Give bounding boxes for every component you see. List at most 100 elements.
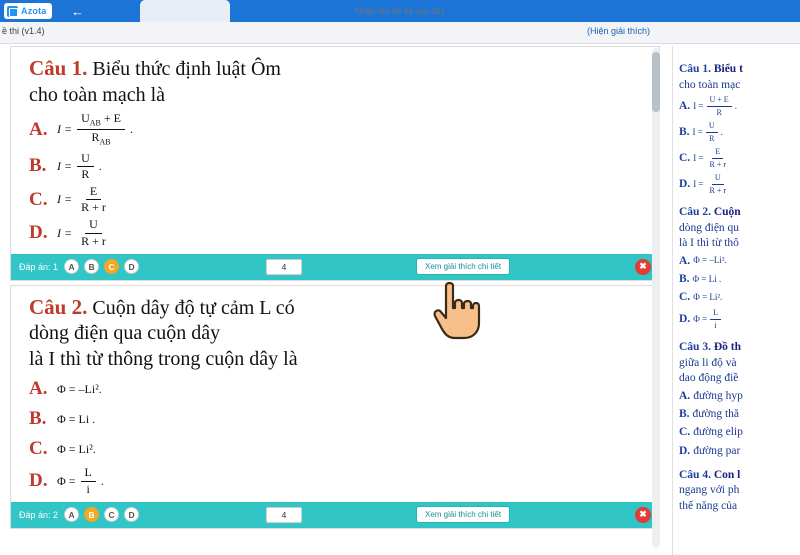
question-block-1: Câu 1. Biểu thức định luật Ôm cho toàn m… (10, 46, 660, 281)
preview-fraction: U R (705, 120, 718, 145)
q2-option-d-body: Φ = L i . (57, 465, 104, 496)
answer-label-2: Đáp án: 2 (19, 509, 59, 520)
preview-q1-label: Câu 1. (679, 63, 711, 75)
preview-pane: Câu 1. Biểu t cho toàn mạc A. I = U + E … (672, 46, 800, 555)
preview-fraction: U R + r (709, 173, 727, 196)
explain-button-1[interactable]: Xem giải thích chi tiết (416, 257, 511, 275)
option-d-denominator: R + r (81, 233, 106, 248)
question-1-line2: cho toàn mạch là (29, 83, 166, 106)
q2-option-b-text: Φ = Li . (57, 411, 96, 426)
answer-choices-2: A B C D (64, 507, 140, 523)
q2-option-c-text: Φ = Li². (57, 441, 96, 456)
option-c-lhs: I = (57, 192, 73, 207)
question-2-option-d[interactable]: D. Φ = L i . (29, 465, 649, 496)
answer-choice-c-2[interactable]: C (104, 507, 120, 523)
option-b-denominator: R (81, 166, 90, 181)
preview-fraction: E R + r (709, 147, 727, 170)
question-1-option-d[interactable]: D. I = U R + r (29, 218, 649, 248)
option-c-letter: C. (29, 188, 48, 210)
preview-q1-text: Biểu t (710, 63, 743, 75)
close-icon-2[interactable]: ✖ (635, 506, 651, 523)
q2-option-d-denominator: i (86, 481, 90, 496)
answer-choice-b-2[interactable]: B (84, 507, 100, 523)
explain-button-2[interactable]: Xem giải thích chi tiết (416, 505, 511, 523)
exam-name-container (0, 0, 800, 22)
option-a-numerator: UAB + E (77, 112, 125, 131)
score-input-1[interactable]: 4 (266, 258, 302, 275)
question-2-option-a[interactable]: A. Φ = –Li². (29, 376, 649, 402)
preview-item: A. Φ = –Li². (679, 254, 727, 267)
question-1-option-c[interactable]: C. I = E R + r (29, 184, 649, 215)
option-b-letter: B. (29, 155, 47, 177)
q2-option-d-fraction: L i (80, 466, 96, 496)
answer-choice-d-2[interactable]: D (124, 507, 140, 523)
q2-option-d-letter: D. (29, 470, 48, 492)
exam-name-input[interactable] (337, 5, 463, 17)
browser-tab[interactable] (140, 0, 230, 22)
question-2-option-c[interactable]: C. Φ = Li². (29, 436, 649, 462)
question-block-2: Câu 2. Cuộn dây độ tự cảm L có dòng điện… (10, 284, 660, 529)
preview-item: Câu 4. Con l (679, 468, 741, 481)
option-b-body: I = U R . (57, 151, 102, 181)
preview-item: thế năng của (679, 499, 738, 512)
answer-choice-d-1[interactable]: D (124, 259, 140, 275)
option-b-fraction: U R (77, 151, 94, 181)
secondary-toolbar: ề thi (v1.4) (Hiện giải thích) (0, 22, 800, 44)
preview-opt-lhs: I = (693, 100, 704, 111)
question-1-option-a[interactable]: A. I = UAB + E RAB . (29, 112, 649, 147)
preview-item: dao động điề (679, 372, 739, 385)
preview-item: C. đường elip (679, 426, 743, 439)
question-2-number: Câu 2. (29, 294, 88, 319)
answer-bar-2: Đáp án: 2 A B C D 4 Xem giải thích chi t… (11, 501, 659, 528)
azota-logo[interactable]: Azota (4, 3, 52, 19)
document-scrollbar-track[interactable] (652, 48, 660, 548)
back-arrow-icon[interactable]: ← (70, 5, 86, 18)
preview-item: Câu 1. Biểu t (679, 62, 796, 78)
answer-choice-a-2[interactable]: A (64, 507, 80, 523)
option-a-denominator: RAB (91, 130, 111, 147)
preview-item: C. Φ = Li². (679, 291, 723, 304)
browser-top-bar: Azota ← (0, 0, 800, 22)
question-2-line1: Cuộn dây độ tự cảm L có (92, 296, 295, 319)
answer-choice-a-1[interactable]: A (64, 259, 80, 275)
question-1-option-b[interactable]: B. I = U R . (29, 151, 649, 181)
option-a-tail: . (130, 122, 133, 137)
question-2-option-b[interactable]: B. Φ = Li . (29, 406, 649, 432)
document-scrollbar-thumb[interactable] (652, 52, 660, 112)
question-2-line2: dòng điện qua cuộn dây (29, 322, 221, 345)
preview-item: ngang với ph (679, 484, 740, 497)
answer-bar-1: Đáp án: 1 A B C D 4 Xem giải thích chi t… (11, 253, 659, 280)
preview-item: cho toàn mạc (679, 78, 741, 91)
exam-version-label: ề thi (v1.4) (2, 26, 45, 36)
option-a-fraction: UAB + E RAB (77, 112, 125, 147)
q2-option-d-numerator: L (80, 466, 96, 482)
show-explanation-link[interactable]: (Hiện giải thích) (587, 26, 650, 36)
option-a-body: I = UAB + E RAB . (57, 112, 133, 147)
question-2-line3: là I thì từ thông trong cuộn dây là (29, 347, 298, 370)
option-d-numerator: U (85, 218, 102, 234)
preview-item: D. đường par (679, 444, 741, 457)
q2-option-a-letter: A. (29, 378, 48, 400)
option-c-denominator: R + r (81, 200, 106, 215)
option-d-lhs: I = (57, 225, 73, 240)
score-input-2[interactable]: 4 (266, 506, 302, 523)
preview-item: B. đường thă (679, 408, 740, 421)
question-1-content: Câu 1. Biểu thức định luật Ôm cho toàn m… (11, 47, 659, 254)
question-2-content: Câu 2. Cuộn dây độ tự cảm L có dòng điện… (11, 286, 659, 502)
option-d-letter: D. (29, 222, 48, 243)
preview-item: A. I = U + E R . (679, 95, 737, 118)
document-area: Câu 1. Biểu thức định luật Ôm cho toàn m… (10, 46, 660, 555)
option-c-fraction: E R + r (77, 184, 110, 215)
q2-option-a-text: Φ = –Li². (57, 381, 102, 396)
topbar-left-group: Azota ← (0, 0, 86, 22)
preview-opt-letter: A. (679, 99, 691, 112)
answer-choice-c-1[interactable]: C (104, 259, 120, 275)
preview-item: C. I = E R + r (679, 146, 796, 171)
answer-choice-b-1[interactable]: B (84, 259, 100, 275)
option-d-body: I = U R + r (57, 218, 112, 248)
azota-brand-label: Azota (21, 6, 47, 16)
close-icon-1[interactable]: ✖ (635, 258, 651, 275)
preview-item: B. I = U R . (679, 120, 723, 145)
option-d-fraction: U R + r (77, 218, 110, 248)
answer-label-1: Đáp án: 1 (19, 261, 59, 272)
